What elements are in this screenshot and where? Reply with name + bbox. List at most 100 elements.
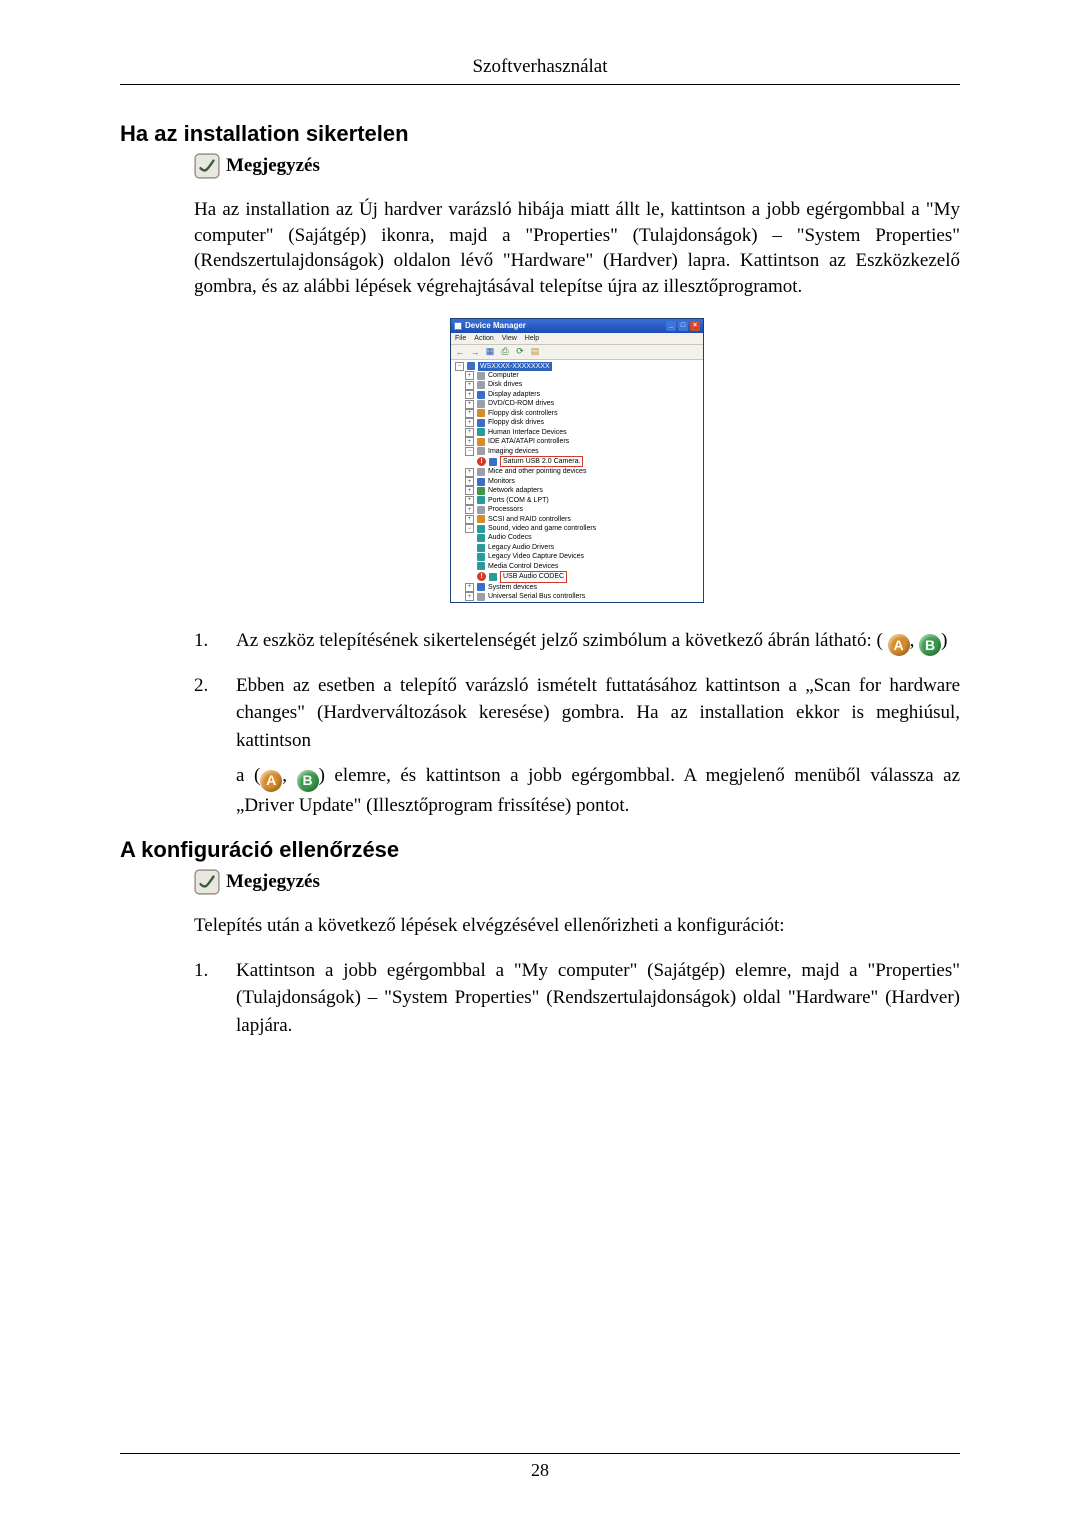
tree-item[interactable]: Media Control Devices <box>488 562 558 571</box>
codec-icon <box>477 544 485 552</box>
usb-icon <box>477 593 485 601</box>
tree-item[interactable]: Disk drives <box>488 380 522 389</box>
tree-collapse-icon[interactable]: − <box>465 524 474 533</box>
step-1: Az eszköz telepítésének sikertelenségét … <box>194 627 960 656</box>
tree-item[interactable]: System devices <box>488 583 537 592</box>
menu-help[interactable]: Help <box>525 335 539 342</box>
tree-item[interactable]: IDE ATA/ATAPI controllers <box>488 437 569 446</box>
floppydrv-icon <box>477 419 485 427</box>
codec-icon <box>489 573 497 581</box>
badge-a-icon: A <box>260 770 282 792</box>
toolbar-back-icon[interactable]: ← <box>455 347 465 357</box>
page-footer: 28 <box>120 1453 960 1481</box>
ports-icon <box>477 496 485 504</box>
tree-expand-icon[interactable]: + <box>465 371 474 380</box>
tree-item[interactable]: Display adapters <box>488 390 540 399</box>
tree-expand-icon[interactable]: + <box>465 428 474 437</box>
codec-icon <box>477 553 485 561</box>
tree-root[interactable]: WSXXXX-XXXXXXXX <box>478 362 552 371</box>
window-minimize-icon[interactable]: _ <box>666 321 676 331</box>
step2-text-mid: , <box>282 765 296 786</box>
tree-item[interactable]: SCSI and RAID controllers <box>488 515 571 524</box>
tree-expand-icon[interactable]: + <box>465 592 474 601</box>
tree-expand-icon[interactable]: + <box>465 468 474 477</box>
note-icon <box>194 153 220 179</box>
window-maximize-icon[interactable]: □ <box>678 321 688 331</box>
toolbar-print-icon[interactable]: ⎙ <box>500 347 510 357</box>
page-number: 28 <box>120 1460 960 1481</box>
system-icon <box>477 583 485 591</box>
tree-item[interactable]: Floppy disk controllers <box>488 409 558 418</box>
tree-expand-icon[interactable]: + <box>465 409 474 418</box>
menu-file[interactable]: File <box>455 335 466 342</box>
tree-item-usbaudio[interactable]: USB Audio CODEC <box>500 571 567 582</box>
tree-expand-icon[interactable]: + <box>465 400 474 409</box>
tree-item[interactable]: Processors <box>488 505 523 514</box>
camera-icon <box>489 458 497 466</box>
tree-collapse-icon[interactable]: − <box>465 447 474 456</box>
toolbar-refresh-icon[interactable]: ⟳ <box>515 347 525 357</box>
tree-item[interactable]: Legacy Video Capture Devices <box>488 552 584 561</box>
step2-text-post: ) elemre, és kattintson a jobb egérgombb… <box>236 765 960 815</box>
tree-item[interactable]: Monitors <box>488 477 515 486</box>
tree-expand-icon[interactable]: + <box>465 477 474 486</box>
toolbar-forward-icon[interactable]: → <box>470 347 480 357</box>
error-icon: ! <box>477 457 486 466</box>
network-icon <box>477 487 485 495</box>
tree-item[interactable]: Network adapters <box>488 486 543 495</box>
tree-item[interactable]: Sound, video and game controllers <box>488 524 596 533</box>
tree-expand-icon[interactable]: + <box>465 390 474 399</box>
tree-expand-icon[interactable]: + <box>465 505 474 514</box>
tree-expand-icon[interactable]: + <box>465 381 474 390</box>
tree-expand-icon[interactable]: + <box>465 437 474 446</box>
header-rule <box>120 84 960 85</box>
tree-expand-icon[interactable]: + <box>465 418 474 427</box>
menu-action[interactable]: Action <box>474 335 493 342</box>
tree-item[interactable]: Mice and other pointing devices <box>488 467 586 476</box>
error-icon: ! <box>477 572 486 581</box>
computer-root-icon <box>467 362 475 370</box>
tree-item-saturn[interactable]: Saturn USB 2.0 Camera. <box>500 456 583 467</box>
step2-1: Kattintson a jobb egérgombbal a "My comp… <box>194 957 960 1040</box>
tree-expand-icon[interactable]: + <box>465 496 474 505</box>
tree-item[interactable]: Floppy disk drives <box>488 418 544 427</box>
steps-list-2: Kattintson a jobb egérgombbal a "My comp… <box>194 957 960 1040</box>
tree-item[interactable]: Ports (COM & LPT) <box>488 496 549 505</box>
tree-item[interactable]: Human Interface Devices <box>488 428 567 437</box>
disk-icon <box>477 381 485 389</box>
note-icon <box>194 869 220 895</box>
menu-view[interactable]: View <box>502 335 517 342</box>
tree-expand-icon[interactable]: + <box>465 486 474 495</box>
window-close-icon[interactable]: × <box>690 321 700 331</box>
window-titlebar: Device Manager _ □ × <box>451 319 703 333</box>
window-menu: File Action View Help <box>451 333 703 345</box>
step1-text-pre: Az eszköz telepítésének sikertelenségét … <box>236 630 883 651</box>
sound-icon <box>477 525 485 533</box>
section1-intro: Ha az installation az Új hardver varázsl… <box>194 197 960 300</box>
hid-icon <box>477 428 485 436</box>
codec-icon <box>477 562 485 570</box>
tree-item[interactable]: Imaging devices <box>488 447 539 456</box>
tree-item[interactable]: Computer <box>488 371 519 380</box>
window-title: Device Manager <box>465 321 526 330</box>
section2-heading: A konfiguráció ellenőrzése <box>120 837 960 863</box>
badge-b-icon: B <box>297 770 319 792</box>
tree-item[interactable]: Legacy Audio Drivers <box>488 543 554 552</box>
device-manager-screenshot: Device Manager _ □ × File Action View He… <box>194 318 960 603</box>
note-label-2: Megjegyzés <box>226 871 320 893</box>
codec-icon <box>477 534 485 542</box>
tree-collapse-icon[interactable]: − <box>455 362 464 371</box>
badge-b-icon: B <box>919 634 941 656</box>
tree-item[interactable]: Audio Codecs <box>488 533 532 542</box>
steps-list-1: Az eszköz telepítésének sikertelenségét … <box>194 627 960 820</box>
imaging-icon <box>477 447 485 455</box>
device-tree: −WSXXXX-XXXXXXXX +Computer +Disk drives … <box>451 360 703 602</box>
tree-expand-icon[interactable]: + <box>465 583 474 592</box>
step2-text-pre: a ( <box>236 765 260 786</box>
tree-expand-icon[interactable]: + <box>465 515 474 524</box>
tree-item[interactable]: Universal Serial Bus controllers <box>488 592 585 601</box>
toolbar-grid-icon[interactable]: ▦ <box>485 347 495 357</box>
toolbar-prop-icon[interactable]: ▤ <box>530 347 540 357</box>
tree-item[interactable]: DVD/CD-ROM drives <box>488 399 554 408</box>
badge-a-icon: A <box>888 634 910 656</box>
